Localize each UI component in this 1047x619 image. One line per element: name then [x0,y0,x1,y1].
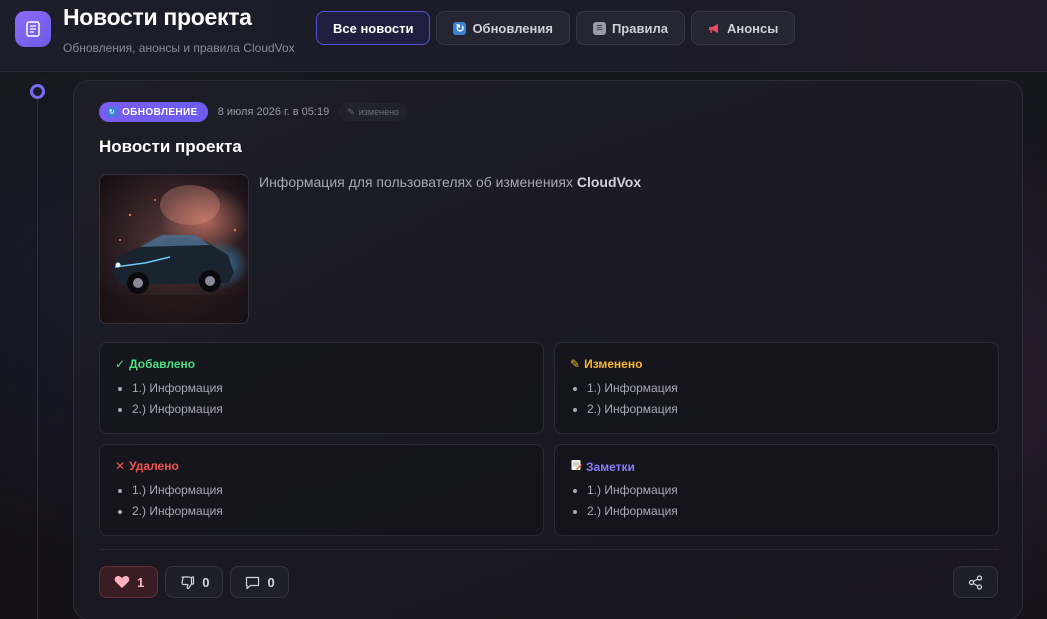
description-text: Информация для пользователях об изменени… [259,174,577,190]
badge-label: ОБНОВЛЕНИЕ [122,106,198,118]
tab-label: Обновления [472,20,553,36]
section-title: Изменено [584,357,643,371]
section-list: 1.) Информация 2.) Информация [132,380,223,422]
section-heading: ✕ Удалено [115,459,179,473]
page-title: Новости проекта [63,4,252,30]
tab-label: Анонсы [726,20,779,36]
timeline-line [37,98,38,619]
timeline-dot [30,84,45,99]
edited-label: изменено [358,107,400,117]
tab-announcements[interactable]: Анонсы [690,11,796,45]
list-item: 1.) Информация [132,482,223,503]
category-badge: ↻ ОБНОВЛЕНИЕ [99,102,208,122]
share-icon [968,574,983,590]
section-removed: ✕ Удалено 1.) Информация 2.) Информация [99,444,544,536]
memo-icon [570,459,582,474]
list-item: 2.) Информация [132,503,223,524]
cross-icon: ✕ [115,459,126,473]
section-list: 1.) Информация 2.) Информация [132,482,223,524]
list-item: 1.) Информация [587,380,678,401]
divider [99,549,999,550]
post-date: 8 июля 2026 г. в 05:19 [217,106,330,118]
tab-label: Все новости [333,20,414,36]
section-list: 1.) Информация 2.) Информация [587,482,678,524]
comment-icon [246,576,260,589]
page-header: Новости проекта Обновления, анонсы и пра… [0,0,1047,72]
section-heading: ✎ Изменено [570,357,642,371]
edited-tag: ✎ изменено [339,103,408,121]
post-description: Информация для пользователях об изменени… [259,174,641,190]
tab-all-news[interactable]: Все новости [316,11,431,45]
tab-updates[interactable]: ↻ Обновления [436,11,570,45]
post-title: Новости проекта [99,137,242,156]
pencil-icon: ✎ [570,357,581,371]
post-meta: ↻ ОБНОВЛЕНИЕ 8 июля 2026 г. в 05:19 ✎ из… [99,102,408,122]
thumbs-down-icon [181,575,195,589]
post-actions: 1 0 0 [99,566,289,598]
document-icon [15,11,51,47]
section-changed: ✎ Изменено 1.) Информация 2.) Информация [554,342,999,434]
refresh-icon: ↻ [453,21,467,35]
list-item: 2.) Информация [587,401,678,422]
clipboard-icon: ≡ [592,21,606,35]
tab-label: Правила [611,20,668,36]
megaphone-icon [708,22,721,35]
section-title: Удалено [129,459,179,473]
news-tabs: Все новости ↻ Обновления ≡ Правила Анонс… [316,11,796,45]
section-title: Добавлено [129,357,196,371]
section-heading: ✓ Добавлено [115,357,195,371]
check-icon: ✓ [115,357,126,371]
like-button[interactable]: 1 [99,566,159,598]
pencil-icon: ✎ [347,106,355,117]
section-heading: Заметки [570,459,635,474]
section-list: 1.) Информация 2.) Информация [587,380,678,422]
post-image[interactable] [99,174,249,324]
comment-button[interactable]: 0 [230,566,289,598]
section-added: ✓ Добавлено 1.) Информация 2.) Информаци… [99,342,544,434]
page-subtitle: Обновления, анонсы и правила CloudVox [63,41,295,55]
section-notes: Заметки 1.) Информация 2.) Информация [554,444,999,536]
list-item: 1.) Информация [587,482,678,503]
list-item: 2.) Информация [132,401,223,422]
list-item: 2.) Информация [587,503,678,524]
section-title: Заметки [586,459,635,474]
share-button[interactable] [953,566,998,598]
refresh-icon: ↻ [107,107,117,117]
comment-count: 0 [267,574,275,590]
heart-icon [114,576,130,588]
tab-rules[interactable]: ≡ Правила [575,11,685,45]
dislike-count: 0 [202,574,210,590]
brand-name: CloudVox [576,174,642,190]
news-post-card: ↻ ОБНОВЛЕНИЕ 8 июля 2026 г. в 05:19 ✎ из… [73,80,1023,619]
like-count: 1 [137,574,145,590]
dislike-button[interactable]: 0 [165,566,224,598]
list-item: 1.) Информация [132,380,223,401]
